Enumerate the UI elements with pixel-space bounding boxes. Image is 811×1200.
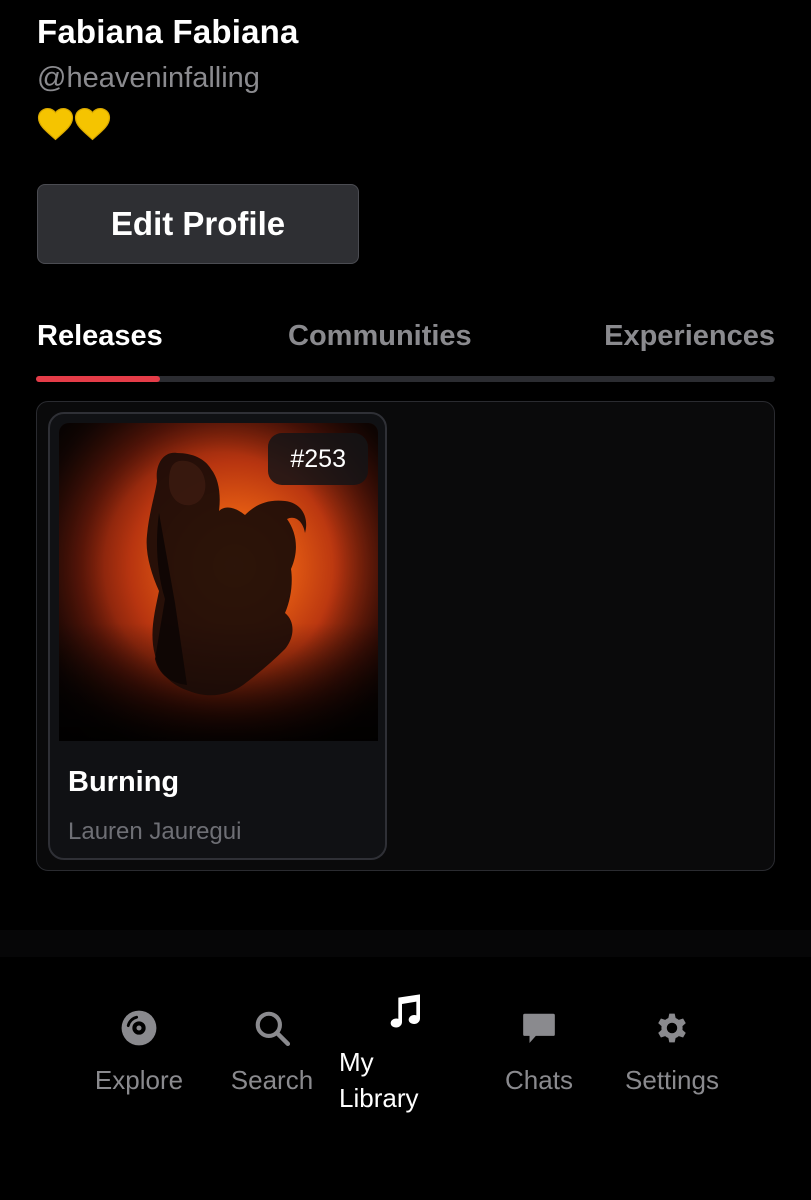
nav-settings[interactable]: Settings bbox=[618, 1009, 726, 1098]
nav-search[interactable]: Search bbox=[226, 1009, 318, 1098]
content-bottom-fade bbox=[0, 930, 811, 957]
releases-panel: #253 Burning Lauren Jauregui bbox=[36, 401, 775, 871]
tab-experiences[interactable]: Experiences bbox=[604, 316, 775, 356]
nav-chats[interactable]: Chats bbox=[500, 1009, 578, 1098]
gear-icon bbox=[618, 1009, 726, 1056]
nav-settings-label: Settings bbox=[625, 1065, 719, 1095]
music-note-icon bbox=[385, 991, 439, 1040]
edit-profile-button[interactable]: Edit Profile bbox=[37, 184, 359, 264]
release-artist: Lauren Jauregui bbox=[68, 818, 242, 845]
nav-my-library-label: My Library bbox=[339, 1047, 419, 1113]
tab-communities[interactable]: Communities bbox=[288, 316, 472, 356]
release-number-badge: #253 bbox=[268, 433, 368, 485]
profile-header: Fabiana Fabiana @heaveninfalling bbox=[37, 10, 299, 144]
nav-my-library[interactable]: My Library bbox=[339, 991, 439, 1116]
nav-search-label: Search bbox=[230, 1065, 314, 1095]
yellow-heart-icon bbox=[37, 107, 74, 141]
search-icon bbox=[226, 1009, 318, 1056]
tab-active-indicator bbox=[36, 376, 160, 382]
chat-bubble-icon bbox=[500, 1009, 578, 1056]
profile-bio bbox=[37, 104, 299, 144]
release-title: Burning bbox=[68, 766, 180, 798]
profile-tabs: Releases Communities Experiences bbox=[36, 312, 775, 384]
disc-icon bbox=[89, 1009, 189, 1056]
profile-handle: @heaveninfalling bbox=[37, 62, 260, 94]
yellow-heart-icon bbox=[74, 107, 111, 141]
release-card[interactable]: #253 Burning Lauren Jauregui bbox=[48, 412, 387, 860]
profile-name: Fabiana Fabiana bbox=[37, 13, 299, 50]
nav-explore-label: Explore bbox=[94, 1065, 184, 1095]
nav-explore[interactable]: Explore bbox=[89, 1009, 189, 1098]
bottom-navigation: Explore Search My Library Chats Settings bbox=[0, 957, 811, 1200]
tab-releases[interactable]: Releases bbox=[37, 316, 163, 356]
nav-chats-label: Chats bbox=[505, 1065, 573, 1095]
album-cover-image: #253 bbox=[59, 423, 378, 741]
